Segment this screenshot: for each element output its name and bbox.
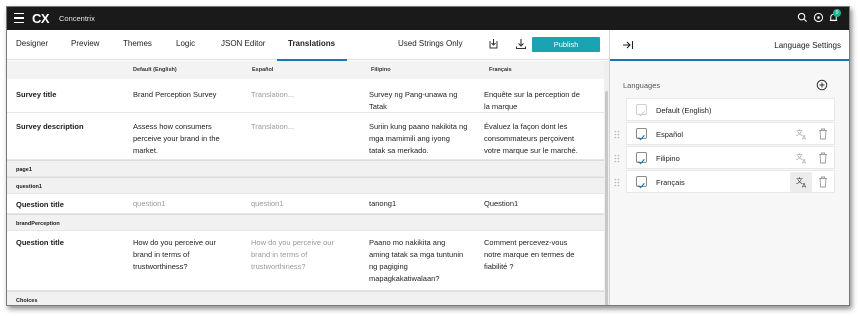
language-row-french: Français 文A <box>614 170 835 193</box>
row-label: Question title <box>16 238 64 247</box>
cell-default[interactable]: question1 <box>133 198 245 210</box>
cell-default[interactable]: Assess how consumers perceive your brand… <box>133 121 245 157</box>
cell-spanish[interactable]: How do you perceive our brand in terms o… <box>251 237 363 273</box>
drag-handle-icon[interactable] <box>614 130 620 139</box>
panel-title: Language Settings <box>774 41 841 50</box>
cell-french[interactable]: Évaluez la façon dont les consommateurs … <box>484 121 596 157</box>
cell-default[interactable]: How do you perceive our brand in terms o… <box>133 237 245 273</box>
group-label: Choices <box>16 298 38 304</box>
trash-icon[interactable] <box>818 128 828 140</box>
language-row-default: Default (English) <box>626 98 835 121</box>
app-logo: CX <box>32 11 50 26</box>
language-checkbox[interactable] <box>636 176 647 189</box>
tab-designer[interactable]: Designer <box>16 39 48 48</box>
cell-french[interactable]: Comment percevez-vous notre marque en te… <box>484 237 596 273</box>
tab-themes[interactable]: Themes <box>123 39 152 48</box>
cell-filipino[interactable]: Survey ng Pang-unawa ng Tatak <box>369 89 481 113</box>
svg-text:A: A <box>802 183 807 189</box>
language-row-spanish: Español 文A <box>614 122 835 145</box>
scrollbar-thumb[interactable] <box>605 91 608 305</box>
translate-icon[interactable]: 文A <box>796 128 808 140</box>
cell-filipino[interactable]: tanong1 <box>369 198 481 210</box>
cell-default[interactable]: Brand Perception Survey <box>133 89 245 101</box>
language-row-filipino: Filipino 文A <box>614 146 835 169</box>
checkmark-icon <box>638 158 645 165</box>
language-checkbox <box>636 104 647 117</box>
brand-name: Concentrix <box>59 14 95 23</box>
cell-french[interactable]: Question1 <box>484 198 596 210</box>
tab-logic[interactable]: Logic <box>176 39 195 48</box>
translate-icon[interactable]: 文A <box>796 176 808 188</box>
language-name: Filipino <box>656 154 680 163</box>
language-checkbox[interactable] <box>636 152 647 165</box>
checkmark-icon <box>638 110 645 117</box>
cell-filipino[interactable]: Suriin kung paano nakikita ng mga mamimi… <box>369 121 481 157</box>
svg-text:A: A <box>802 159 807 165</box>
column-header-default: Default (English) <box>133 67 177 73</box>
group-row: question1 <box>7 177 604 194</box>
checkmark-icon <box>638 182 645 189</box>
row-label: Survey title <box>16 90 57 99</box>
hamburger-menu-icon[interactable] <box>14 13 24 24</box>
panel-header: Language Settings <box>610 30 849 61</box>
survey-creator-window: CX Concentrix 0 Designer Preview Themes … <box>6 6 850 306</box>
collapse-panel-icon[interactable] <box>622 40 634 50</box>
group-label: brandPerception <box>16 221 60 227</box>
language-settings-panel: Language Settings Languages Default (Eng… <box>610 30 849 305</box>
add-language-icon[interactable] <box>816 79 828 91</box>
tab-preview[interactable]: Preview <box>71 39 99 48</box>
column-header-filipino: Filipino <box>371 67 391 73</box>
group-label: page1 <box>16 167 32 173</box>
search-icon[interactable] <box>797 12 808 23</box>
language-name: Français <box>656 178 685 187</box>
column-header-spanish: Español <box>252 67 274 73</box>
editor-toolbar: Designer Preview Themes Logic JSON Edito… <box>7 30 609 61</box>
table-row: Question title question1 question1 tanon… <box>7 194 604 214</box>
tab-translations[interactable]: Translations <box>288 39 335 48</box>
help-icon[interactable] <box>813 12 824 23</box>
table-row: Survey description Assess how consumers … <box>7 113 604 160</box>
translate-icon[interactable]: 文A <box>796 152 808 164</box>
notification-badge: 0 <box>833 9 841 17</box>
cell-french[interactable]: Enquête sur la perception de la marque <box>484 89 596 113</box>
translations-grid: Default (English) Español Filipino Franç… <box>7 61 604 305</box>
language-name: Default (English) <box>656 106 712 115</box>
checkmark-icon <box>638 134 645 141</box>
used-strings-only-toggle[interactable]: Used Strings Only <box>398 39 462 48</box>
group-row: page1 <box>7 160 604 177</box>
top-bar: CX Concentrix 0 <box>7 7 849 30</box>
publish-button[interactable]: Publish <box>532 37 600 52</box>
trash-icon[interactable] <box>818 176 828 188</box>
drag-handle-icon[interactable] <box>614 178 620 187</box>
svg-text:A: A <box>802 135 807 141</box>
row-label: Question title <box>16 200 64 209</box>
language-name: Español <box>656 130 684 139</box>
row-label: Survey description <box>16 122 84 131</box>
languages-caption: Languages <box>623 81 661 90</box>
table-row: Survey title Brand Perception Survey Tra… <box>7 79 604 113</box>
group-label: question1 <box>16 184 42 190</box>
cell-spanish[interactable]: Translation... <box>251 89 363 101</box>
trash-icon[interactable] <box>818 152 828 164</box>
tab-json-editor[interactable]: JSON Editor <box>221 39 265 48</box>
cell-spanish[interactable]: question1 <box>251 198 363 210</box>
drag-handle-icon[interactable] <box>614 154 620 163</box>
column-header-french: Français <box>489 67 512 73</box>
table-row: Question title How do you perceive our b… <box>7 231 604 291</box>
language-checkbox[interactable] <box>636 128 647 141</box>
download-icon[interactable] <box>515 38 527 50</box>
group-row: brandPerception <box>7 214 604 231</box>
cell-filipino[interactable]: Paano mo nakikita ang aming tatak sa mga… <box>369 237 481 285</box>
grid-header: Default (English) Español Filipino Franç… <box>7 61 604 79</box>
group-row: Choices <box>7 291 604 305</box>
import-icon[interactable] <box>487 38 499 50</box>
cell-spanish[interactable]: Translation... <box>251 121 363 133</box>
